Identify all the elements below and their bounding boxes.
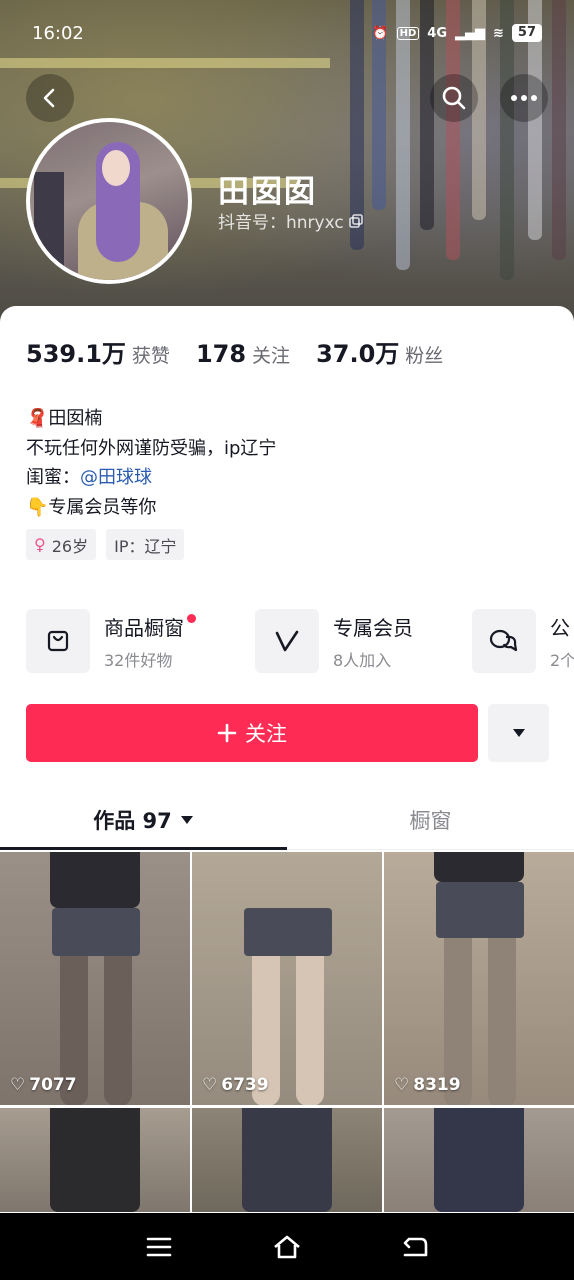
stat-followers-value: 37.0万 <box>316 340 400 368</box>
scarf-emoji-icon: 🧣 <box>26 408 49 429</box>
back-arrow-icon <box>43 88 55 108</box>
shortcut-row: 商品橱窗 32件好物 专属会员 8人加入 公 2个 <box>26 609 574 675</box>
home-icon <box>274 1235 300 1259</box>
member-v-icon <box>255 609 319 673</box>
female-icon: ♀ <box>34 535 46 554</box>
more-dots-icon <box>511 95 537 101</box>
age-tag: ♀ 26岁 <box>26 529 97 560</box>
stat-following[interactable]: 178 关注 <box>196 340 290 368</box>
group-chat-icon <box>472 609 536 673</box>
video-grid: ♡ 7077 ♡ 6739 ♡ 8319 <box>0 852 574 1212</box>
bio-line-3-prefix: 闺蜜： <box>26 467 80 488</box>
stat-likes[interactable]: 539.1万 获赞 <box>26 334 170 369</box>
follow-button[interactable]: 关注 <box>26 704 478 762</box>
return-icon <box>403 1237 428 1257</box>
search-icon <box>442 86 466 110</box>
bio: 🧣田囡楠 不玩任何外网谨防受骗，ip辽宁 闺蜜：@田球球 👇专属会员等你 <box>26 404 276 522</box>
follow-button-label: 关注 <box>245 722 287 746</box>
bio-line-1-text: 田囡楠 <box>48 408 103 429</box>
video-likes: ♡ 7077 <box>10 1075 77 1095</box>
stat-following-value: 178 <box>195 340 247 368</box>
shortcut-product-showcase[interactable]: 商品橱窗 32件好物 <box>26 609 196 673</box>
tab-showcase-label: 橱窗 <box>409 809 452 833</box>
video-thumbnail[interactable] <box>192 1108 382 1212</box>
bio-mention-link[interactable]: @田球球 <box>80 467 152 488</box>
search-button[interactable] <box>430 74 478 122</box>
age-tag-text: 26岁 <box>51 536 89 556</box>
shortcut-subtitle: 8人加入 <box>333 650 392 670</box>
caret-down-icon <box>180 816 193 824</box>
video-thumbnail[interactable] <box>384 1108 574 1212</box>
heart-icon: ♡ <box>394 1075 410 1095</box>
video-thumbnail[interactable] <box>0 1108 190 1212</box>
bio-line-4: 👇专属会员等你 <box>26 493 276 523</box>
stat-likes-label: 获赞 <box>131 345 170 367</box>
wifi-icon: ≋ <box>493 25 504 41</box>
shortcut-subtitle: 2个 <box>550 650 574 670</box>
menu-icon <box>146 1237 172 1257</box>
caret-down-icon <box>512 729 525 737</box>
tab-showcase[interactable]: 橱窗 <box>287 790 574 850</box>
home-button[interactable] <box>269 1229 305 1265</box>
system-navigation-bar <box>0 1213 574 1280</box>
copy-icon <box>348 213 363 228</box>
battery-level: 57 <box>511 24 542 42</box>
ip-tag: IP：辽宁 <box>106 529 185 560</box>
tab-works-label: 作品 97 <box>93 809 172 833</box>
shortcut-title: 公 <box>550 615 570 640</box>
back-nav-button[interactable] <box>397 1229 433 1265</box>
bio-line-1: 🧣田囡楠 <box>26 404 276 434</box>
status-icons: ⏰ HD 4G ▂▄▆ ≋ 57 <box>372 24 542 42</box>
shortcut-title: 商品橱窗 <box>104 612 196 641</box>
bio-line-3: 闺蜜：@田球球 <box>26 463 276 493</box>
stat-followers[interactable]: 37.0万 粉丝 <box>316 334 443 369</box>
alarm-icon: ⏰ <box>372 25 389 41</box>
more-options-button[interactable] <box>500 74 548 122</box>
status-time: 16:02 <box>32 22 84 44</box>
bio-line-2: 不玩任何外网谨防受骗，ip辽宁 <box>26 437 277 459</box>
video-likes: ♡ 8319 <box>394 1075 461 1095</box>
follow-options-button[interactable] <box>488 704 549 762</box>
video-thumbnail[interactable]: ♡ 7077 <box>0 852 190 1105</box>
back-button[interactable] <box>26 74 74 122</box>
tab-works[interactable]: 作品 97 <box>0 790 287 850</box>
network-type: 4G <box>427 25 447 41</box>
douyin-id[interactable]: 抖音号：hnryxc <box>218 208 364 233</box>
avatar[interactable] <box>26 118 192 284</box>
video-likes: ♡ 6739 <box>202 1075 269 1095</box>
menu-button[interactable] <box>141 1229 177 1265</box>
shortcut-exclusive-member[interactable]: 专属会员 8人加入 <box>255 609 413 673</box>
pointing-down-emoji-icon: 👇 <box>26 496 49 518</box>
stats-row: 539.1万 获赞 178 关注 37.0万 粉丝 <box>26 334 443 369</box>
status-bar: 16:02 ⏰ HD 4G ▂▄▆ ≋ 57 <box>0 0 574 66</box>
video-thumbnail[interactable]: ♡ 6739 <box>192 852 382 1105</box>
signal-icon: ▂▄▆ <box>455 25 485 41</box>
heart-icon: ♡ <box>10 1075 26 1095</box>
hd-icon: HD <box>396 26 420 40</box>
plus-icon <box>217 723 237 743</box>
profile-tags: ♀ 26岁 IP：辽宁 <box>26 529 185 560</box>
active-tab-indicator <box>0 847 287 850</box>
douyin-id-text: 抖音号：hnryxc <box>218 213 344 233</box>
stat-following-label: 关注 <box>252 345 291 367</box>
shopping-bag-icon <box>26 609 90 673</box>
shortcut-subtitle: 32件好物 <box>104 650 173 670</box>
video-thumbnail[interactable]: ♡ 8319 <box>384 852 574 1105</box>
content-tabs: 作品 97 橱窗 <box>0 790 574 850</box>
shortcut-group-chat[interactable]: 公 2个 <box>472 609 574 673</box>
shortcut-title: 专属会员 <box>333 615 413 640</box>
stat-followers-label: 粉丝 <box>405 345 444 367</box>
bio-line-4-text: 专属会员等你 <box>48 496 157 518</box>
notification-dot <box>187 613 196 623</box>
heart-icon: ♡ <box>202 1075 218 1095</box>
profile-name: 田囡囡 <box>218 174 317 210</box>
stat-likes-value: 539.1万 <box>26 340 126 368</box>
